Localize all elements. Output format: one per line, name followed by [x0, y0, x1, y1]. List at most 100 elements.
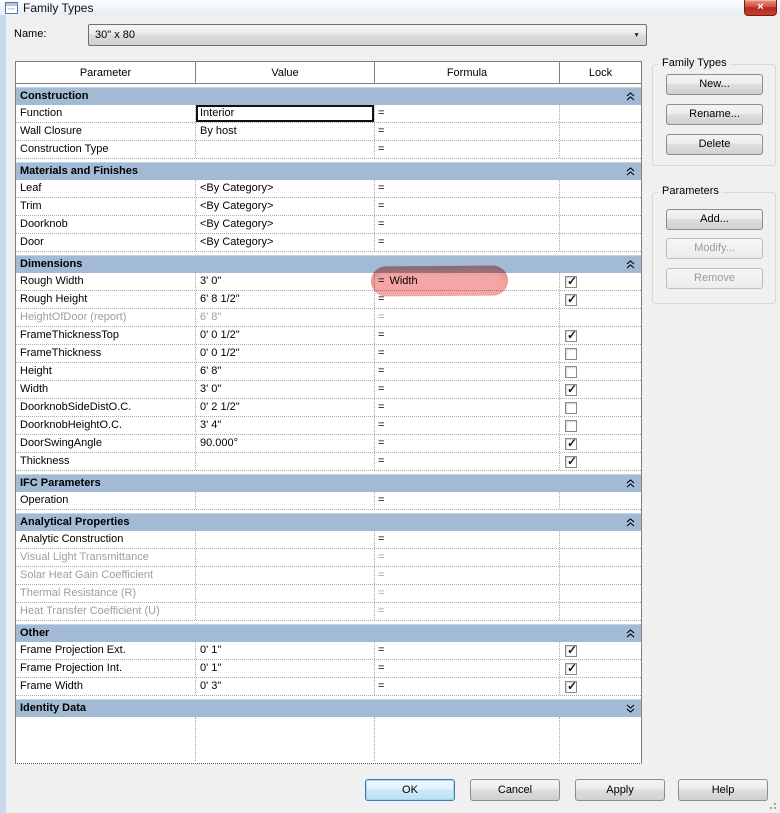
- formula-cell[interactable]: =: [375, 417, 560, 434]
- formula-cell[interactable]: =: [375, 198, 560, 215]
- lock-checkbox[interactable]: [565, 382, 577, 396]
- table-row: Door <By Category> =: [16, 234, 641, 252]
- type-name-value: 30" x 80: [95, 29, 135, 41]
- value-cell[interactable]: <By Category>: [196, 180, 375, 197]
- formula-cell[interactable]: =: [375, 435, 560, 452]
- lock-checkbox[interactable]: [565, 348, 577, 360]
- value-cell[interactable]: 6' 8": [196, 363, 375, 380]
- formula-cell[interactable]: =: [375, 234, 560, 251]
- lock-checkbox[interactable]: [565, 402, 577, 414]
- value-cell[interactable]: 3' 0": [196, 273, 375, 290]
- lock-checkbox[interactable]: [565, 679, 577, 693]
- close-button[interactable]: ×: [744, 0, 777, 16]
- parameter-name-cell: DoorknobSideDistO.C.: [16, 399, 196, 416]
- formula-cell[interactable]: =: [375, 678, 560, 695]
- lock-checkbox[interactable]: [565, 643, 577, 657]
- section-title: Other: [20, 627, 50, 639]
- formula-cell[interactable]: =: [375, 603, 560, 620]
- add-parameter-button[interactable]: Add...: [666, 209, 763, 230]
- value-cell[interactable]: 0' 1": [196, 642, 375, 659]
- ok-button[interactable]: OK: [365, 779, 455, 801]
- table-row: Analytic Construction =: [16, 531, 641, 549]
- value-cell[interactable]: [196, 567, 375, 584]
- value-cell[interactable]: 6' 8 1/2": [196, 291, 375, 308]
- value-cell[interactable]: 90.000°: [196, 435, 375, 452]
- remove-parameter-button[interactable]: Remove: [666, 268, 763, 289]
- value-cell[interactable]: 0' 2 1/2": [196, 399, 375, 416]
- parameter-name-cell: Rough Width: [16, 273, 196, 290]
- formula-cell[interactable]: =: [375, 585, 560, 602]
- value-cell[interactable]: 3' 0": [196, 381, 375, 398]
- formula-cell[interactable]: =: [375, 216, 560, 233]
- formula-cell[interactable]: =: [375, 399, 560, 416]
- formula-cell[interactable]: =: [375, 567, 560, 584]
- resize-grip[interactable]: [774, 807, 776, 809]
- value-cell[interactable]: <By Category>: [196, 234, 375, 251]
- formula-cell[interactable]: =: [375, 291, 560, 308]
- value-cell[interactable]: [196, 531, 375, 548]
- lock-checkbox[interactable]: [565, 292, 577, 306]
- value-cell[interactable]: [196, 549, 375, 566]
- section-header-materials-and-finishes[interactable]: Materials and Finishes: [16, 162, 641, 180]
- value-cell[interactable]: 0' 3": [196, 678, 375, 695]
- table-row: Width 3' 0" =: [16, 381, 641, 399]
- formula-cell[interactable]: =: [375, 642, 560, 659]
- formula-cell[interactable]: =: [375, 345, 560, 362]
- value-cell[interactable]: 0' 1": [196, 660, 375, 677]
- lock-checkbox[interactable]: [565, 436, 577, 450]
- value-cell[interactable]: [196, 603, 375, 620]
- lock-checkbox[interactable]: [565, 328, 577, 342]
- value-cell[interactable]: <By Category>: [196, 198, 375, 215]
- section-header-identity-data[interactable]: Identity Data: [16, 699, 641, 717]
- lock-checkbox[interactable]: [565, 274, 577, 288]
- value-cell[interactable]: Interior: [196, 105, 375, 122]
- rename-type-button[interactable]: Rename...: [666, 104, 763, 125]
- value-cell[interactable]: 3' 4": [196, 417, 375, 434]
- formula-cell[interactable]: = Width: [370, 265, 560, 297]
- formula-cell[interactable]: =: [375, 531, 560, 548]
- section-header-other[interactable]: Other: [16, 624, 641, 642]
- parameter-name-cell: FrameThicknessTop: [16, 327, 196, 344]
- formula-cell[interactable]: =: [375, 660, 560, 677]
- lock-checkbox[interactable]: [565, 454, 577, 468]
- value-cell[interactable]: By host: [196, 123, 375, 140]
- help-button[interactable]: Help: [678, 779, 768, 801]
- formula-cell[interactable]: =: [375, 549, 560, 566]
- delete-type-button[interactable]: Delete: [666, 134, 763, 155]
- value-cell[interactable]: 0' 0 1/2": [196, 345, 375, 362]
- formula-cell[interactable]: =: [375, 492, 560, 509]
- parameter-name-cell: FrameThickness: [16, 345, 196, 362]
- formula-cell[interactable]: =: [375, 123, 560, 140]
- lock-checkbox[interactable]: [565, 661, 577, 675]
- value-cell[interactable]: <By Category>: [196, 216, 375, 233]
- formula-cell[interactable]: =: [375, 327, 560, 344]
- new-type-button[interactable]: New...: [666, 74, 763, 95]
- lock-checkbox[interactable]: [565, 420, 577, 432]
- table-header-row: Parameter Value Formula Lock: [16, 62, 641, 84]
- section-header-ifc-parameters[interactable]: IFC Parameters: [16, 474, 641, 492]
- value-cell[interactable]: [196, 492, 375, 509]
- lock-checkbox[interactable]: [565, 366, 577, 378]
- section-dimensions: DimensionsRough Width3' 0"=WidthRough He…: [16, 255, 641, 471]
- value-cell[interactable]: [196, 453, 375, 470]
- section-header-construction[interactable]: Construction: [16, 87, 641, 105]
- table-row: FrameThicknessTop 0' 0 1/2" =: [16, 327, 641, 345]
- formula-cell[interactable]: =: [375, 363, 560, 380]
- formula-cell[interactable]: =: [375, 105, 560, 122]
- apply-button[interactable]: Apply: [575, 779, 665, 801]
- value-cell[interactable]: [196, 141, 375, 158]
- value-cell[interactable]: 6' 8": [196, 309, 375, 326]
- section-header-dimensions[interactable]: Dimensions: [16, 255, 641, 273]
- parameter-name-cell: DoorknobHeightO.C.: [16, 417, 196, 434]
- formula-cell[interactable]: =: [375, 309, 560, 326]
- type-name-dropdown[interactable]: 30" x 80 ▼: [88, 24, 647, 46]
- value-cell[interactable]: [196, 585, 375, 602]
- formula-cell[interactable]: =: [375, 453, 560, 470]
- cancel-button[interactable]: Cancel: [470, 779, 560, 801]
- formula-cell[interactable]: =: [375, 141, 560, 158]
- section-header-analytical-properties[interactable]: Analytical Properties: [16, 513, 641, 531]
- formula-cell[interactable]: =: [375, 381, 560, 398]
- modify-parameter-button[interactable]: Modify...: [666, 238, 763, 259]
- formula-cell[interactable]: =: [375, 180, 560, 197]
- value-cell[interactable]: 0' 0 1/2": [196, 327, 375, 344]
